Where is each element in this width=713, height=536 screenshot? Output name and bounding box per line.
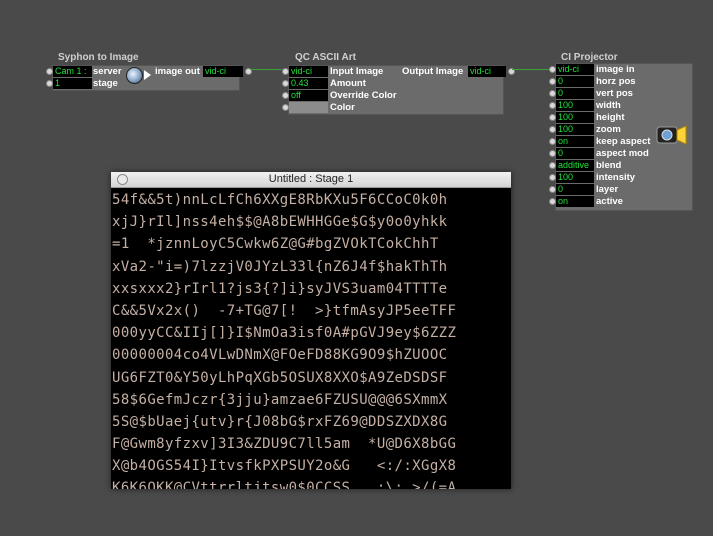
input-image-field[interactable]: vid-ci (289, 66, 328, 77)
stage-titlebar[interactable]: Untitled : Stage 1 (111, 172, 511, 188)
projector-label: keep aspect (596, 136, 651, 147)
projector-field[interactable]: 0 (556, 148, 594, 159)
server-input-port[interactable] (46, 68, 53, 75)
stage-input-port[interactable] (46, 80, 53, 87)
projector-row: additive blend (549, 160, 695, 171)
qc-ascii-art-actor[interactable]: QC ASCII Art vid-ci Input Image Output I… (282, 52, 515, 115)
projector-field[interactable]: on (556, 196, 594, 207)
cable-syphon-to-ascii (250, 69, 282, 70)
output-image-label: Output Image (402, 66, 464, 77)
projector-input-port[interactable] (549, 162, 556, 169)
projector-row: on active (549, 196, 695, 207)
ascii-line: xVa2-"i=)7lzzjV0JYzL33l{nZ6J4f$hakThTh (112, 258, 448, 275)
input-image-label: Input Image (330, 66, 384, 77)
projector-row: 0 aspect mod (549, 148, 695, 159)
color-port[interactable] (282, 104, 289, 111)
syphon-to-image-actor[interactable]: Syphon to Image Cam 1 : server image out… (46, 52, 252, 92)
projector-row: 100 width (549, 100, 695, 111)
projector-label: aspect mod (596, 148, 649, 159)
image-out-field[interactable]: vid-ci (203, 66, 243, 77)
projector-row: 0 layer (549, 184, 695, 195)
projector-row: 100 height (549, 112, 695, 123)
projector-input-port[interactable] (549, 78, 556, 85)
projector-field[interactable]: 0 (556, 184, 594, 195)
projector-label: intensity (596, 172, 636, 183)
server-field[interactable]: Cam 1 : (53, 66, 92, 77)
projector-input-port[interactable] (549, 114, 556, 121)
projector-input-port[interactable] (549, 174, 556, 181)
stage-title: Untitled : Stage 1 (268, 173, 354, 185)
projector-field[interactable]: additive (556, 160, 594, 171)
override-color-field[interactable]: off (289, 90, 328, 101)
projector-row: 0 horz pos (549, 76, 695, 87)
projector-label: image in (596, 64, 635, 75)
projector-input-port[interactable] (549, 138, 556, 145)
ascii-line: C&&5Vx2x() -7+TG@7[! >}tfmAsyJP5eeTFF (112, 302, 457, 319)
projector-field[interactable]: 100 (556, 124, 594, 135)
syphon-actor-title: Syphon to Image (58, 52, 139, 63)
amount-port[interactable] (282, 80, 289, 87)
projector-field[interactable]: 0 (556, 88, 594, 99)
projector-field[interactable]: on (556, 136, 594, 147)
ascii-line: K6K6OKK@CVttrrltjtsw0$0CCSS :\; >/(=A (112, 480, 457, 489)
projector-label: horz pos (596, 76, 636, 87)
projector-row: 0 vert pos (549, 88, 695, 99)
projector-label: height (596, 112, 625, 123)
override-color-label: Override Color (330, 90, 397, 101)
projector-label: active (596, 196, 623, 207)
projector-row: vid-ci image in (549, 64, 695, 75)
ascii-line: UG6FZT0&Y50yLhPqXGb5OSUX8XXO$A9ZeDSDSF (112, 369, 448, 386)
ascii-actor-title: QC ASCII Art (295, 52, 356, 63)
projector-input-port[interactable] (549, 126, 556, 133)
ascii-line: xxsxxx2}rIrl1?js3{?]i}syJVS3uam04TTTTe (112, 280, 448, 297)
stage-label: stage (93, 78, 118, 89)
projector-input-port[interactable] (549, 90, 556, 97)
ci-projector-actor[interactable]: CI Projector vid-ci image in 0 horz pos 0 ver… (549, 52, 695, 212)
projector-label: vert pos (596, 88, 633, 99)
projector-input-port[interactable] (549, 186, 556, 193)
server-label: server (93, 66, 122, 77)
ascii-line: F@Gwm8yfzxv]3I3&ZDU9C7ll5am *U@D6X8bGG (112, 436, 457, 453)
amount-label: Amount (330, 78, 366, 89)
input-image-port[interactable] (282, 68, 289, 75)
ascii-line: 000yyCC&IIj[]}I$NmOa3isf0A#pGVJ9ey$6ZZZ (112, 325, 457, 342)
ascii-line: =1 *jznnLoyC5Cwkw6Z@G#bgZVOkTCokChhT (112, 236, 439, 253)
play-arrow-icon (144, 70, 151, 80)
stage-field[interactable]: 1 (53, 78, 92, 89)
ascii-line: 00000004co4VLwDNmX@FOeFD88KG9O9$hZUOOC (112, 347, 448, 364)
ascii-line: 58$6GefmJczr{3jju}amzae6FZUSU@@@6SXmmX (112, 391, 448, 408)
override-color-port[interactable] (282, 92, 289, 99)
projector-row: 100 intensity (549, 172, 695, 183)
image-out-label: image out (155, 66, 200, 77)
projector-icon (655, 124, 687, 146)
cable-ascii-to-projector (512, 69, 550, 70)
color-swatch[interactable] (289, 102, 328, 113)
projector-field[interactable]: vid-ci (556, 64, 594, 75)
projector-field[interactable]: 100 (556, 112, 594, 123)
ascii-line: 54f&&5t)nnLcLfCh6XXgE8RbKXu5F6CCoC0k0h (112, 192, 448, 208)
projector-label: layer (596, 184, 619, 195)
projector-label: zoom (596, 124, 621, 135)
ascii-line: xjJ}rIl]nss4eh$$@A8bEWHHGGe$G$y0o0yhkk (112, 214, 448, 231)
stage-window[interactable]: Untitled : Stage 1 54f&&5t)nnLcLfCh6XXgE… (111, 172, 511, 489)
ascii-line: X@b4OGS54I}ItvsfkPXPSUY2o&G <:/:XGgX8 (112, 458, 457, 475)
amount-field[interactable]: 0.43 (289, 78, 328, 89)
projector-input-port[interactable] (549, 102, 556, 109)
projector-input-port[interactable] (549, 66, 556, 73)
syphon-preview-icon[interactable] (126, 67, 143, 84)
output-image-field[interactable]: vid-ci (468, 66, 506, 77)
projector-field[interactable]: 100 (556, 100, 594, 111)
projector-label: width (596, 100, 621, 111)
color-label: Color (330, 102, 355, 113)
ascii-line: 5S@$bUaej{utv}r{J08bG$rxFZ69@DDSZXDX8G (112, 413, 448, 430)
projector-field[interactable]: 0 (556, 76, 594, 87)
projector-input-port[interactable] (549, 198, 556, 205)
projector-field[interactable]: 100 (556, 172, 594, 183)
ascii-output: 54f&&5t)nnLcLfCh6XXgE8RbKXu5F6CCoC0k0h xj… (112, 189, 510, 489)
projector-input-port[interactable] (549, 150, 556, 157)
projector-actor-title: CI Projector (561, 52, 618, 63)
projector-label: blend (596, 160, 622, 171)
